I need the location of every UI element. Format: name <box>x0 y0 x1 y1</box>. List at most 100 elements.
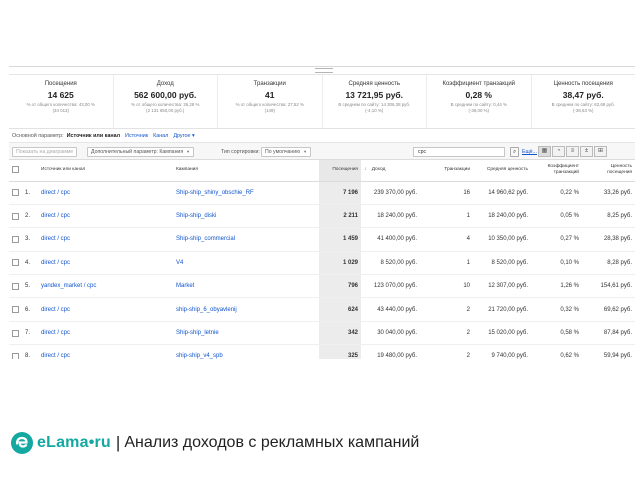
row-index: 3. <box>22 227 38 252</box>
row-conv-rate: 0,27 % <box>531 227 582 252</box>
table-toolbar: Показать на диаграмме Дополнительный пар… <box>9 142 635 160</box>
primary-dimension-label: Основной параметр: <box>12 132 64 139</box>
row-revenue: 41 400,00 руб. <box>361 227 420 252</box>
metric-label: Транзакции <box>253 81 286 87</box>
sort-type-value: По умолчанию <box>265 149 301 155</box>
sort-type-select[interactable]: По умолчанию ▼ <box>261 147 312 157</box>
row-checkbox-cell <box>9 297 22 322</box>
row-source-medium[interactable]: direct / cpc <box>38 321 173 346</box>
metric-revenue: Доход 562 600,00 руб. % от общего количе… <box>114 75 218 128</box>
row-checkbox[interactable] <box>12 352 19 359</box>
select-all-checkbox[interactable] <box>12 166 19 174</box>
table-body: 1. direct / cpc Ship-ship_shiny_obschie_RF… <box>9 181 635 359</box>
dimension-medium[interactable]: Канал <box>153 133 168 139</box>
row-campaign[interactable]: ship-ship_6_obyavlenij <box>173 297 319 322</box>
table-row: 6. direct / cpc ship-ship_6_obyavlenij 624 4… <box>9 297 635 322</box>
row-campaign[interactable]: Ship-ship_commercial <box>173 227 319 252</box>
table-view-icon[interactable]: ▦ <box>538 146 551 157</box>
comparison-view-icon[interactable]: ± <box>580 146 593 157</box>
table-row: 1. direct / cpc Ship-ship_shiny_obschie_RF… <box>9 181 635 205</box>
metric-value: 562 600,00 руб. <box>134 90 197 100</box>
metric-total: (149) <box>264 108 275 113</box>
row-checkbox[interactable] <box>12 306 19 314</box>
metric-total: (-4,10 %) <box>365 108 384 113</box>
magnifier-icon[interactable]: ⌕ <box>510 147 519 157</box>
row-per-visit: 69,62 руб. <box>582 297 635 322</box>
secondary-dimension-select[interactable]: Дополнительный параметр: Кампания ▼ <box>87 147 195 157</box>
header-visits-label: Посещения <box>332 167 358 173</box>
row-checkbox[interactable] <box>12 212 19 220</box>
row-transactions: 2 <box>420 321 473 346</box>
header-revenue[interactable]: ↓ Доход <box>361 160 420 182</box>
bar-view-icon[interactable]: ≡ <box>566 146 579 157</box>
metric-label: Ценность посещения <box>553 81 613 87</box>
pivot-view-icon[interactable]: ⊞ <box>594 146 607 157</box>
primary-dimension-bar: Основной параметр: Источник или канал Ис… <box>9 129 635 142</box>
row-source-medium[interactable]: direct / cpc <box>38 297 173 322</box>
table-header-row: Источник или канал Кампания Посещения ↓ … <box>9 160 635 182</box>
row-checkbox[interactable] <box>12 329 19 337</box>
pie-view-icon[interactable]: ◔ <box>552 146 565 157</box>
row-checkbox[interactable] <box>12 189 19 197</box>
row-source-medium[interactable]: direct / cpc <box>38 181 173 205</box>
sort-type-label: Тип сортировки: <box>221 149 260 155</box>
row-checkbox-cell <box>9 181 22 205</box>
row-source-medium[interactable]: direct / cpc <box>38 251 173 276</box>
row-source-medium[interactable]: yandex_market / cpc <box>38 274 173 299</box>
row-checkbox[interactable] <box>12 235 19 243</box>
dimension-other[interactable]: Другое ▾ <box>173 133 194 139</box>
row-checkbox[interactable] <box>12 282 19 290</box>
header-source-medium[interactable]: Источник или канал <box>38 160 173 182</box>
row-campaign[interactable]: V4 <box>173 251 319 276</box>
report-table: Источник или канал Кампания Посещения ↓ … <box>9 160 635 359</box>
metric-conversion-rate: Коэффициент транзакций 0,28 % В среднем … <box>427 75 532 128</box>
row-checkbox[interactable] <box>12 259 19 267</box>
header-per-visit[interactable]: Ценность посещения <box>582 160 635 182</box>
metric-total: (-38,63 %) <box>573 108 594 113</box>
plot-rows-button[interactable]: Показать на диаграмме <box>12 147 78 157</box>
row-campaign[interactable]: ship-ship_v4_spb <box>173 344 319 359</box>
row-conv-rate: 0,22 % <box>531 181 582 205</box>
row-campaign[interactable]: Ship-ship_diski <box>173 204 319 229</box>
header-avg-value[interactable]: Средняя ценность <box>473 160 531 182</box>
row-avg-value: 18 240,00 руб. <box>473 204 531 229</box>
secondary-dimension-label: Дополнительный параметр: Кампания <box>91 149 184 155</box>
dimension-source[interactable]: Источник <box>125 133 148 139</box>
row-per-visit: 28,38 руб. <box>582 227 635 252</box>
metric-value: 38,47 руб. <box>562 90 604 100</box>
row-transactions: 4 <box>420 227 473 252</box>
row-revenue: 43 440,00 руб. <box>361 297 420 322</box>
elama-logo-text: eLama•ru <box>37 434 111 452</box>
metric-value: 14 625 <box>47 90 74 100</box>
drag-handle-icon[interactable] <box>315 68 333 73</box>
row-source-medium[interactable]: direct / cpc <box>38 344 173 359</box>
row-source-medium[interactable]: direct / cpc <box>38 227 173 252</box>
row-per-visit: 87,84 руб. <box>582 321 635 346</box>
dimension-source-medium[interactable]: Источник или канал <box>67 133 120 139</box>
elama-logo-icon <box>10 431 34 455</box>
header-conv-rate[interactable]: Коэффициент транзакций <box>531 160 582 182</box>
row-campaign[interactable]: Ship-ship_shiny_obschie_RF <box>173 181 319 205</box>
header-campaign[interactable]: Кампания <box>173 160 319 182</box>
collapse-bar[interactable] <box>9 66 635 75</box>
metric-total: (-36,00 %) <box>468 108 490 113</box>
table-search-input[interactable] <box>413 147 505 157</box>
row-index: 1. <box>22 181 38 205</box>
row-per-visit: 33,26 руб. <box>582 181 635 205</box>
row-campaign[interactable]: Market <box>173 274 319 299</box>
header-transactions[interactable]: Транзакции <box>420 160 473 182</box>
row-visits: 624 <box>319 297 361 322</box>
metrics-summary: Посещения 14 625 % от общего количества:… <box>9 75 635 129</box>
logo-name: eLama <box>37 434 89 451</box>
row-campaign[interactable]: Ship-ship_letnie <box>173 321 319 346</box>
row-conv-rate: 0,05 % <box>531 204 582 229</box>
row-conv-rate: 0,10 % <box>531 251 582 276</box>
row-transactions: 1 <box>420 204 473 229</box>
metric-label: Коэффициент транзакций <box>442 81 516 87</box>
row-avg-value: 8 520,00 руб. <box>473 251 531 276</box>
advanced-filter-link[interactable]: Ещё... <box>522 149 537 155</box>
row-per-visit: 8,25 руб. <box>582 204 635 229</box>
row-visits: 1 459 <box>319 227 361 252</box>
header-visits[interactable]: Посещения <box>319 160 361 182</box>
row-source-medium[interactable]: direct / cpc <box>38 204 173 229</box>
